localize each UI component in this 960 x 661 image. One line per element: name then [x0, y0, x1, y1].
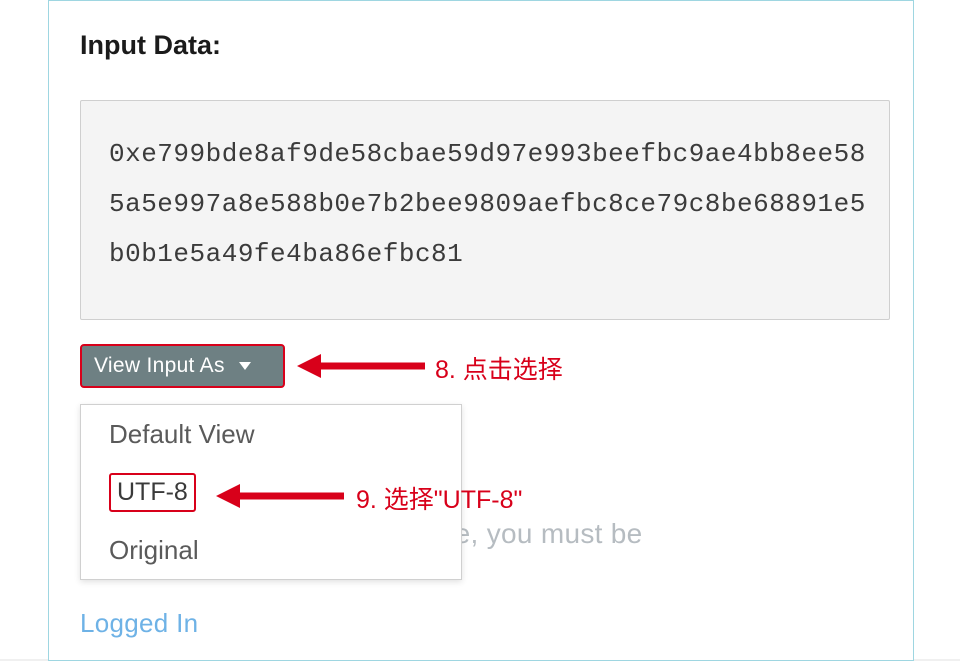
- menu-item-original[interactable]: Original: [81, 521, 461, 579]
- view-input-as-button[interactable]: View Input As: [80, 344, 285, 388]
- menu-item-utf8-label: UTF-8: [109, 473, 196, 512]
- annotation-text-9: 9. 选择"UTF-8": [356, 480, 522, 516]
- input-data-box: 0xe799bde8af9de58cbae59d97e993beefbc9ae4…: [80, 100, 890, 320]
- annotation-text-8: 8. 点击选择: [435, 350, 563, 386]
- menu-item-default-view[interactable]: Default View: [81, 405, 461, 463]
- view-input-as-label: View Input As: [94, 354, 225, 378]
- background-logged-in-link[interactable]: Logged In: [80, 608, 198, 639]
- chevron-down-icon: [239, 362, 251, 370]
- annotation-arrow-8-icon: [297, 348, 425, 384]
- input-data-heading: Input Data:: [80, 30, 221, 61]
- annotation-arrow-9-icon: [216, 478, 344, 514]
- input-data-hex: 0xe799bde8af9de58cbae59d97e993beefbc9ae4…: [109, 129, 869, 279]
